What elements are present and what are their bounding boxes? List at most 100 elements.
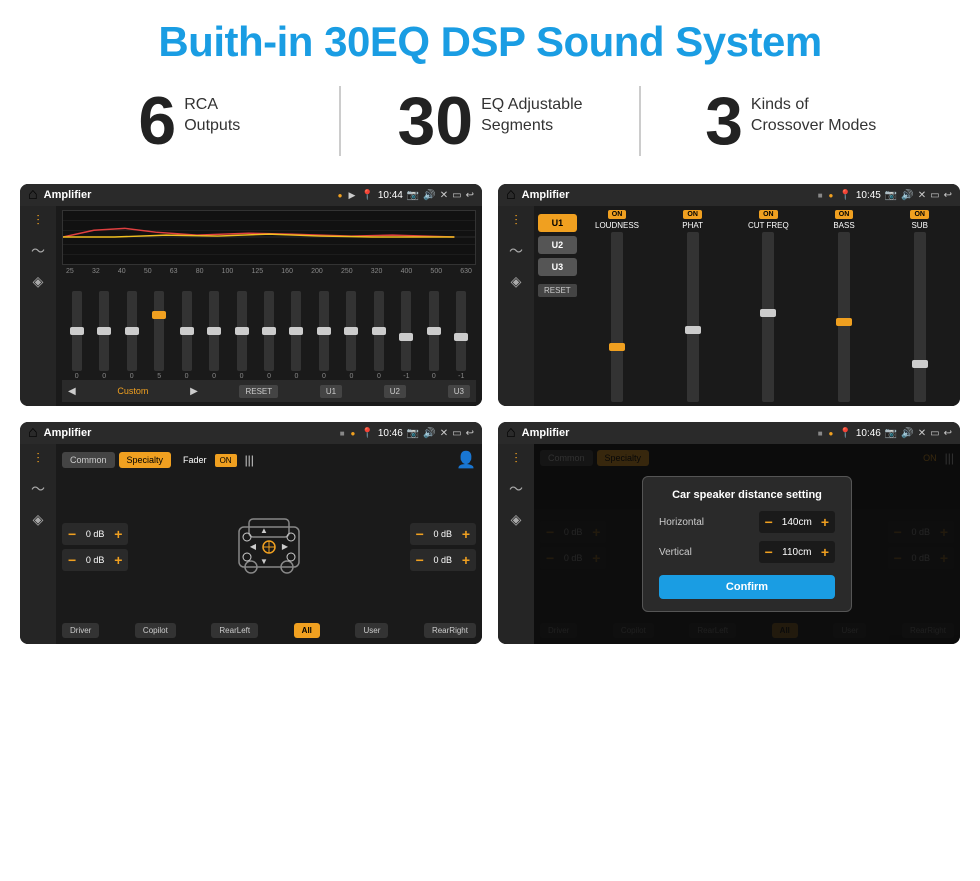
left-top-plus[interactable]: +: [114, 526, 122, 542]
preset-u2[interactable]: U2: [538, 236, 577, 254]
right-top-plus[interactable]: +: [462, 526, 470, 542]
left-bottom-plus[interactable]: +: [114, 552, 122, 568]
fader-label: Fader: [183, 455, 207, 465]
eq-slider-0[interactable]: 0: [64, 291, 89, 380]
cutfreq-slider[interactable]: [762, 232, 774, 402]
home-icon-2[interactable]: ⌂: [506, 186, 516, 204]
copilot-btn[interactable]: Copilot: [135, 623, 176, 638]
fader-sidebar-eq-icon[interactable]: ⫶: [36, 450, 40, 467]
rearright-btn[interactable]: RearRight: [424, 623, 476, 638]
left-top-minus[interactable]: −: [68, 526, 76, 542]
eq-slider-5[interactable]: 0: [201, 291, 226, 380]
crossover-sidebar-eq-icon[interactable]: ⫶: [514, 212, 518, 229]
eq-slider-1[interactable]: 0: [91, 291, 116, 380]
u1-btn[interactable]: U1: [320, 385, 342, 398]
eq-slider-10[interactable]: 0: [339, 291, 364, 380]
horizontal-plus[interactable]: +: [821, 514, 829, 530]
eq-status-icons: 📍 10:44 📷 🔊 ✕ ▭ ↩: [361, 190, 474, 201]
back-icon-3[interactable]: ↩: [466, 428, 474, 439]
rearleft-btn[interactable]: RearLeft: [211, 623, 258, 638]
play-icon[interactable]: ▶: [348, 190, 355, 201]
right-top-minus[interactable]: −: [416, 526, 424, 542]
reset-btn[interactable]: RESET: [239, 385, 278, 398]
eq-freq-labels: 25 32 40 50 63 80 100 125 160 200 250 32…: [62, 268, 476, 275]
right-top-db: − 0 dB +: [410, 523, 476, 545]
cutfreq-on[interactable]: ON: [759, 210, 778, 219]
prev-preset-btn[interactable]: ◀: [68, 386, 76, 397]
phat-slider[interactable]: [687, 232, 699, 402]
amp-reset-btn[interactable]: RESET: [538, 284, 577, 297]
svg-text:▶: ▶: [282, 542, 289, 551]
driver-btn[interactable]: Driver: [62, 623, 99, 638]
next-preset-btn[interactable]: ▶: [190, 386, 198, 397]
home-icon-4[interactable]: ⌂: [506, 424, 516, 442]
dialog-time: 10:46: [856, 428, 881, 439]
left-bottom-minus[interactable]: −: [68, 552, 76, 568]
home-icon-3[interactable]: ⌂: [28, 424, 38, 442]
svg-text:▲: ▲: [260, 526, 268, 535]
cutfreq-label: CUT FREQ: [748, 221, 789, 230]
bass-slider[interactable]: [838, 232, 850, 402]
eq-sidebar-wave-icon[interactable]: 〜: [31, 241, 45, 261]
right-bottom-minus[interactable]: −: [416, 552, 424, 568]
sub-on[interactable]: ON: [910, 210, 929, 219]
camera-icon-4: 📷: [885, 428, 897, 439]
dialog-sidebar-eq-icon[interactable]: ⫶: [514, 450, 518, 467]
preset-u1[interactable]: U1: [538, 214, 577, 232]
eq-slider-12[interactable]: -1: [394, 291, 419, 380]
fader-sidebar-wave-icon[interactable]: 〜: [31, 479, 45, 499]
right-bottom-plus[interactable]: +: [462, 552, 470, 568]
eq-slider-2[interactable]: 0: [119, 291, 144, 380]
eq-slider-6[interactable]: 0: [229, 291, 254, 380]
phat-on[interactable]: ON: [683, 210, 702, 219]
crossover-screen-title: Amplifier: [522, 189, 812, 201]
dialog-status-icons: 📍 10:46 📷 🔊 ✕ ▭ ↩: [839, 428, 952, 439]
right-db-control: − 0 dB + − 0 dB +: [410, 523, 476, 571]
stat-rca-label: RCAOutputs: [184, 87, 240, 137]
eq-slider-3[interactable]: 5: [146, 291, 171, 380]
eq-sidebar-vol-icon[interactable]: ◈: [33, 273, 44, 290]
eq-slider-8[interactable]: 0: [284, 291, 309, 380]
fader-on-toggle[interactable]: ON: [215, 454, 237, 467]
bass-on[interactable]: ON: [835, 210, 854, 219]
crossover-sidebar-vol-icon[interactable]: ◈: [511, 273, 522, 290]
crossover-sidebar-wave-icon[interactable]: 〜: [509, 241, 523, 261]
eq-slider-11[interactable]: 0: [366, 291, 391, 380]
sub-slider[interactable]: [914, 232, 926, 402]
vertical-plus[interactable]: +: [821, 544, 829, 560]
dialog-sidebar-wave-icon[interactable]: 〜: [509, 479, 523, 499]
back-icon[interactable]: ↩: [466, 190, 474, 201]
channel-loudness: ON LOUDNESS: [581, 210, 654, 402]
stat-rca: 6 RCAOutputs: [60, 87, 319, 155]
eq-slider-14[interactable]: -1: [449, 291, 474, 380]
user-btn[interactable]: User: [355, 623, 388, 638]
back-icon-4[interactable]: ↩: [944, 428, 952, 439]
vertical-minus[interactable]: −: [765, 544, 773, 560]
preset-u3[interactable]: U3: [538, 258, 577, 276]
eq-slider-4[interactable]: 0: [174, 291, 199, 380]
camera-icon: 📷: [407, 190, 419, 201]
page-title: Buith-in 30EQ DSP Sound System: [20, 18, 960, 66]
dialog-screen-bar: ⌂ Amplifier ■ ● 📍 10:46 📷 🔊 ✕ ▭ ↩: [498, 422, 960, 444]
confirm-button[interactable]: Confirm: [659, 575, 835, 599]
crossover-status-icons: 📍 10:45 📷 🔊 ✕ ▭ ↩: [839, 190, 952, 201]
car-svg: ▲ ▼ ◀ ▶: [229, 507, 309, 587]
eq-sidebar-eq-icon[interactable]: ⫶: [36, 212, 40, 229]
u3-btn[interactable]: U3: [448, 385, 470, 398]
horizontal-minus[interactable]: −: [765, 514, 773, 530]
eq-slider-9[interactable]: 0: [311, 291, 336, 380]
dialog-sidebar-vol-icon[interactable]: ◈: [511, 511, 522, 528]
home-icon[interactable]: ⌂: [28, 186, 38, 204]
loudness-on[interactable]: ON: [608, 210, 627, 219]
fader-sidebar-vol-icon[interactable]: ◈: [33, 511, 44, 528]
eq-slider-13[interactable]: 0: [421, 291, 446, 380]
stat-crossover: 3 Kinds ofCrossover Modes: [661, 87, 920, 155]
u2-btn[interactable]: U2: [384, 385, 406, 398]
loudness-slider[interactable]: [611, 232, 623, 402]
user-icon[interactable]: 👤: [456, 450, 476, 470]
specialty-tab[interactable]: Specialty: [119, 452, 172, 468]
eq-slider-7[interactable]: 0: [256, 291, 281, 380]
all-btn[interactable]: All: [294, 623, 320, 638]
back-icon-2[interactable]: ↩: [944, 190, 952, 201]
common-tab[interactable]: Common: [62, 452, 115, 468]
